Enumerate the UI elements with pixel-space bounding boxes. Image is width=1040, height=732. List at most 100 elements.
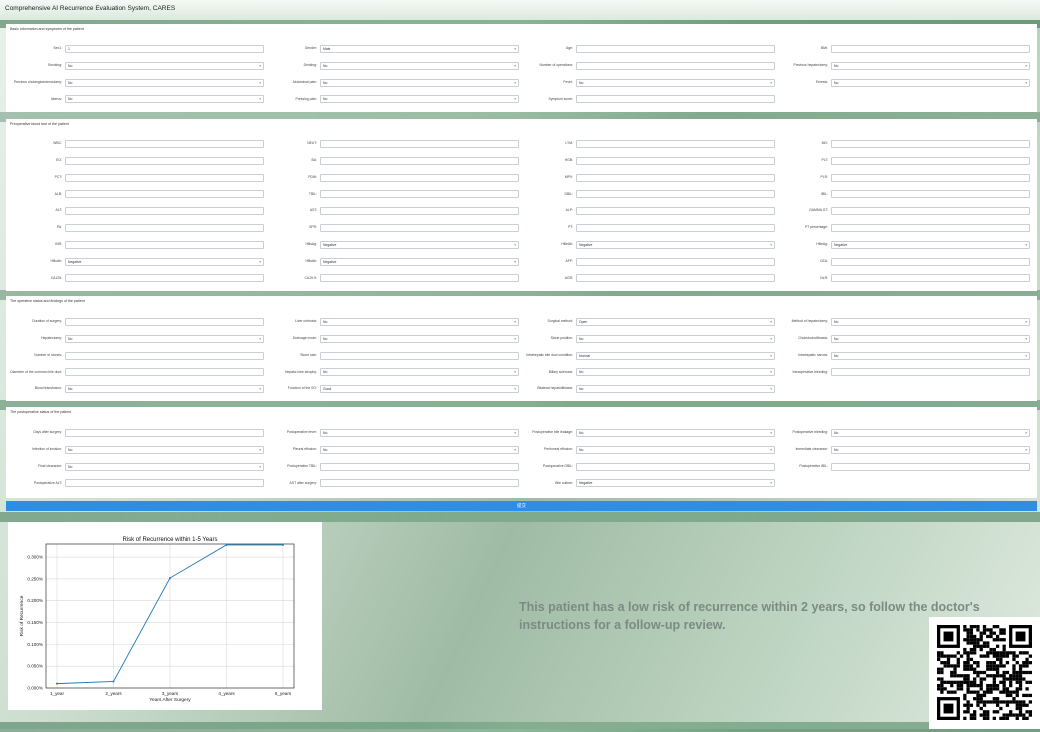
- hbsab-select[interactable]: Negative: [320, 257, 519, 266]
- dbil-input[interactable]: [576, 190, 775, 199]
- days-after-surgery-input[interactable]: [65, 429, 264, 437]
- plt-input[interactable]: [831, 156, 1030, 165]
- agr-input[interactable]: [576, 274, 775, 283]
- ca125-input[interactable]: [65, 274, 264, 283]
- y-tick-label: 0.050%: [27, 664, 43, 669]
- ba-input[interactable]: [320, 156, 519, 165]
- bmi-input[interactable]: [831, 45, 1030, 53]
- abdominal-pain-select[interactable]: No: [320, 78, 519, 87]
- choledochofibrasis-select[interactable]: No: [831, 334, 1030, 343]
- method-of-hepatectomy-select[interactable]: No: [831, 318, 1030, 326]
- plr-input[interactable]: [831, 173, 1030, 182]
- pct-input[interactable]: [65, 173, 264, 182]
- field-label: MPV:: [564, 174, 573, 179]
- fever-select[interactable]: No: [576, 78, 775, 87]
- drainage-mode-select[interactable]: No: [320, 334, 519, 343]
- field-previous-cholangioenterostomy: Previous cholangioenterostomy: No: [5, 78, 264, 87]
- postoperative-bleeding-select[interactable]: No: [831, 429, 1030, 437]
- submit-button[interactable]: 提交: [6, 501, 1037, 511]
- alp-input[interactable]: [576, 207, 775, 216]
- gamma-gt-input[interactable]: [831, 207, 1030, 216]
- diameter-of-the-common-bile-duct-input[interactable]: [65, 368, 264, 377]
- hbcab-select[interactable]: Negative: [65, 257, 264, 266]
- pt-input[interactable]: [576, 224, 775, 232]
- intrahepatic-bile-duct-condition-select[interactable]: Normal: [576, 351, 775, 360]
- icterus-select[interactable]: No: [65, 95, 264, 104]
- stone-position-select[interactable]: No: [576, 334, 775, 343]
- field-label: LYM:: [565, 141, 573, 146]
- bile-culture-select[interactable]: Negative: [576, 479, 775, 488]
- function-of-the-so-select[interactable]: Good: [320, 385, 519, 394]
- intrahepatic-narrow-select[interactable]: No: [831, 351, 1030, 360]
- hbeag-select[interactable]: Negative: [831, 240, 1030, 249]
- postoperative-ibil-input[interactable]: [831, 462, 1030, 471]
- alt-input[interactable]: [65, 207, 264, 216]
- bilateral-hepatolithiasis-select[interactable]: No: [576, 385, 775, 394]
- pdw-input[interactable]: [320, 173, 519, 182]
- spr-input[interactable]: [320, 224, 519, 232]
- duration-of-surgery-input[interactable]: [65, 318, 264, 326]
- age-input[interactable]: [576, 45, 775, 53]
- postoperative-fever-select[interactable]: No: [320, 429, 519, 437]
- hepatic-lobe-atrophy-select[interactable]: No: [320, 368, 519, 377]
- tbil-input[interactable]: [320, 190, 519, 199]
- ast-input[interactable]: [320, 207, 519, 216]
- cea-input[interactable]: [831, 257, 1030, 266]
- hgb-input[interactable]: [576, 156, 775, 165]
- x-axis-label: Years After Surgery: [149, 697, 191, 703]
- mpv-input[interactable]: [576, 173, 775, 182]
- liver-cirrhosis-select[interactable]: No: [320, 318, 519, 326]
- field-diameter-of-the-common-bile-duct: Diameter of the common bile duct:: [5, 368, 264, 377]
- inr-input[interactable]: [65, 240, 264, 249]
- peritoneal-effusion-select[interactable]: No: [576, 445, 775, 454]
- hbsag-select[interactable]: Negative: [320, 240, 519, 249]
- neut-input[interactable]: [320, 140, 519, 148]
- hbeab-select[interactable]: Negative: [576, 240, 775, 249]
- pa-input[interactable]: [65, 224, 264, 232]
- field-label: TBIL:: [308, 191, 317, 196]
- wbc-input[interactable]: [65, 140, 264, 148]
- previous-hepatectomy-select[interactable]: No: [831, 61, 1030, 70]
- previous-cholangioenterostomy-select[interactable]: No: [65, 78, 264, 87]
- number-of-stones-input[interactable]: [65, 351, 264, 360]
- sex1-input[interactable]: 1: [65, 45, 264, 53]
- field-label: Postoperative bleeding:: [792, 430, 828, 435]
- smoking-select[interactable]: No: [65, 61, 264, 70]
- ast-after-surgery-input[interactable]: [320, 479, 519, 488]
- afp-input[interactable]: [576, 257, 775, 266]
- ibil-input[interactable]: [831, 190, 1030, 199]
- field-eo: EO:: [5, 156, 264, 165]
- eo-input[interactable]: [65, 156, 264, 165]
- stone-size-input[interactable]: [320, 351, 519, 360]
- postoperative-alt-input[interactable]: [65, 479, 264, 488]
- drinking-select[interactable]: No: [320, 61, 519, 70]
- emesis-select[interactable]: No: [831, 78, 1030, 87]
- number-of-operations-input[interactable]: [576, 61, 775, 70]
- pleural-effusion-select[interactable]: No: [320, 445, 519, 454]
- infection-of-incision-select[interactable]: No: [65, 445, 264, 454]
- field-label: INR:: [55, 242, 62, 247]
- field-previous-hepatectomy: Previous hepatectomy: No: [771, 61, 1030, 70]
- nlr-input[interactable]: [831, 274, 1030, 283]
- blood-transfusion-select[interactable]: No: [65, 385, 264, 394]
- surgical-method-select[interactable]: Open: [576, 318, 775, 326]
- gender-select[interactable]: Male: [320, 45, 519, 53]
- mo-input[interactable]: [831, 140, 1030, 148]
- field-label: Immediate clearance:: [795, 447, 828, 452]
- pt-percentage-input[interactable]: [831, 224, 1030, 232]
- final-clearance-select[interactable]: No: [65, 462, 264, 471]
- field-plt: PLT:: [771, 156, 1030, 165]
- field-label: Postoperative ALT:: [33, 480, 62, 485]
- alb-input[interactable]: [65, 190, 264, 199]
- biliary-sclerosis-select[interactable]: No: [576, 368, 775, 377]
- hepatectomy-select[interactable]: No: [65, 334, 264, 343]
- postoperative-dbil-input[interactable]: [576, 462, 775, 471]
- pressing-pain-select[interactable]: No: [320, 95, 519, 104]
- immediate-clearance-select[interactable]: No: [831, 445, 1030, 454]
- intraoperative-bleeding-input[interactable]: [831, 368, 1030, 377]
- ca19-9-input[interactable]: [320, 274, 519, 283]
- postoperative-tbil-input[interactable]: [320, 462, 519, 471]
- lym-input[interactable]: [576, 140, 775, 148]
- postoperative-bile-leakage-select[interactable]: No: [576, 429, 775, 437]
- symptom-score-input[interactable]: [576, 95, 775, 104]
